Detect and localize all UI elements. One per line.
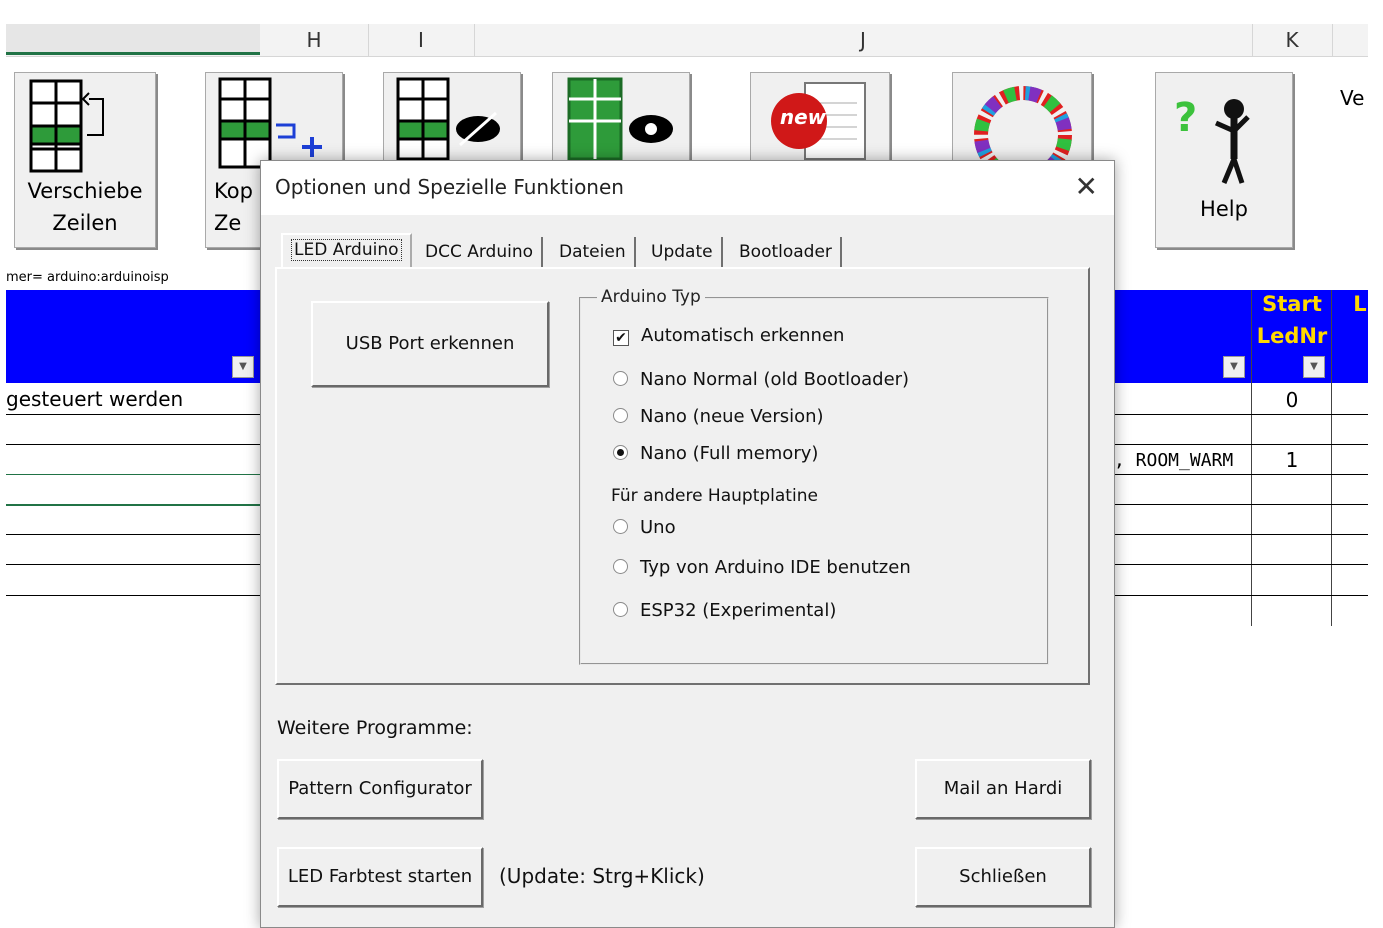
radio-label: Nano Normal (old Bootloader): [640, 369, 910, 390]
help-label: Help: [1200, 197, 1248, 221]
row-line: [6, 564, 260, 565]
options-dialog: Optionen und Spezielle Funktionen ✕ LED …: [260, 160, 1115, 928]
arduino-type-group-label: Arduino Typ: [597, 287, 705, 307]
other-board-label: Für andere Hauptplatine: [611, 486, 818, 506]
programmer-text: mer= arduino:arduinoisp: [6, 270, 169, 285]
column-header-j[interactable]: J: [474, 24, 1253, 56]
radio-label: ESP32 (Experimental): [640, 600, 837, 621]
blue-header-left: [6, 290, 260, 383]
header-lednr: LedNr: [1256, 324, 1328, 348]
radio-uno[interactable]: Uno: [613, 517, 676, 538]
further-programs-label: Weitere Programme:: [277, 717, 473, 739]
pattern-configurator-button[interactable]: Pattern Configurator: [277, 759, 483, 819]
table-copy-icon: [218, 77, 322, 169]
tab-label: LED Arduino: [291, 239, 402, 261]
header-start: Start: [1262, 292, 1322, 316]
row-line: [1113, 444, 1368, 445]
radio-label: Nano (neue Version): [640, 406, 824, 427]
radio-nano-new[interactable]: Nano (neue Version): [613, 406, 824, 427]
color-wheel-icon: [974, 86, 1072, 163]
cell-macro-text[interactable]: , ROOM_WARM: [1114, 450, 1233, 471]
cell-description[interactable]: gesteuert werden: [6, 387, 183, 411]
help-figure-icon: ?: [1174, 95, 1250, 184]
radio-label: Uno: [640, 517, 676, 538]
new-sheet-button[interactable]: new: [750, 72, 890, 162]
row-line: [1113, 564, 1368, 565]
radio-icon: [613, 408, 628, 423]
hide-rows-button[interactable]: [383, 72, 521, 162]
update-hint: (Update: Strg+Klick): [499, 864, 705, 888]
radio-arduino-ide-type[interactable]: Typ von Arduino IDE benutzen: [613, 557, 911, 578]
radio-esp32[interactable]: ESP32 (Experimental): [613, 600, 836, 621]
mail-hardi-button[interactable]: Mail an Hardi: [915, 759, 1091, 819]
row-line: [1113, 595, 1368, 596]
dialog-title: Optionen und Spezielle Funktionen: [275, 175, 624, 199]
led-color-test-button[interactable]: LED Farbtest starten: [277, 847, 483, 907]
column-header-k[interactable]: K: [1252, 24, 1333, 56]
cell-lednr-1[interactable]: 1: [1252, 448, 1332, 472]
column-header-i[interactable]: I: [368, 24, 475, 56]
move-rows-button[interactable]: Verschiebe Zeilen: [14, 72, 156, 248]
move-rows-label-2: Zeilen: [52, 211, 118, 235]
radio-icon: [613, 602, 628, 617]
column-header-bar: H I J K: [6, 24, 1368, 57]
row-line: [6, 595, 260, 596]
tab-dateien[interactable]: Dateien: [551, 237, 636, 267]
column-header-h[interactable]: H: [260, 24, 369, 56]
row-line: [6, 474, 260, 475]
radio-icon: [613, 371, 628, 386]
row-line: [6, 534, 260, 535]
row-line: [1113, 504, 1368, 505]
radio-icon: [613, 519, 628, 534]
tab-led-arduino[interactable]: LED Arduino: [281, 233, 412, 267]
radio-nano-normal[interactable]: Nano Normal (old Bootloader): [613, 369, 909, 390]
move-rows-label-1: Verschiebe: [27, 179, 143, 203]
row-line: [6, 444, 260, 445]
row-line: [6, 504, 260, 506]
tab-bootloader[interactable]: Bootloader: [731, 237, 842, 267]
row-line: [1113, 414, 1368, 415]
filter-dropdown-icon[interactable]: ▼: [232, 356, 254, 378]
color-wheel-button[interactable]: [952, 72, 1092, 163]
close-icon[interactable]: ✕: [1075, 171, 1098, 203]
filter-dropdown-icon-3[interactable]: ▼: [1303, 356, 1325, 378]
table-move-icon: [29, 79, 104, 173]
radio-icon: [613, 559, 628, 574]
close-button[interactable]: Schließen: [915, 847, 1091, 907]
checkbox-checked-icon: ✔: [613, 330, 629, 346]
selected-column-highlight: [6, 24, 260, 55]
header-l: L: [1353, 292, 1367, 316]
auto-detect-label: Automatisch erkennen: [641, 325, 845, 346]
version-text: Ve: [1340, 86, 1365, 110]
radio-nano-full-memory[interactable]: Nano (Full memory): [613, 443, 818, 464]
table-hide-icon: [396, 77, 500, 161]
svg-text:?: ?: [1174, 95, 1197, 141]
row-line: [1113, 534, 1368, 535]
table-show-icon: [567, 77, 673, 161]
usb-port-detect-button[interactable]: USB Port erkennen: [311, 301, 549, 387]
tab-update[interactable]: Update: [643, 237, 723, 267]
row-line: [1113, 474, 1368, 475]
radio-selected-icon: [613, 445, 628, 460]
show-rows-button[interactable]: [552, 72, 690, 162]
radio-label: Typ von Arduino IDE benutzen: [640, 557, 911, 578]
new-badge: new: [779, 105, 827, 129]
radio-label: Nano (Full memory): [640, 443, 819, 464]
cell-lednr-0[interactable]: 0: [1252, 388, 1332, 412]
dialog-titlebar: Optionen und Spezielle Funktionen ✕: [261, 161, 1114, 215]
help-button[interactable]: ? Help: [1155, 72, 1293, 248]
auto-detect-checkbox[interactable]: ✔ Automatisch erkennen: [613, 325, 844, 346]
filter-dropdown-icon-2[interactable]: ▼: [1223, 356, 1245, 378]
row-line: [6, 414, 260, 415]
tab-dcc-arduino[interactable]: DCC Arduino: [417, 237, 544, 267]
